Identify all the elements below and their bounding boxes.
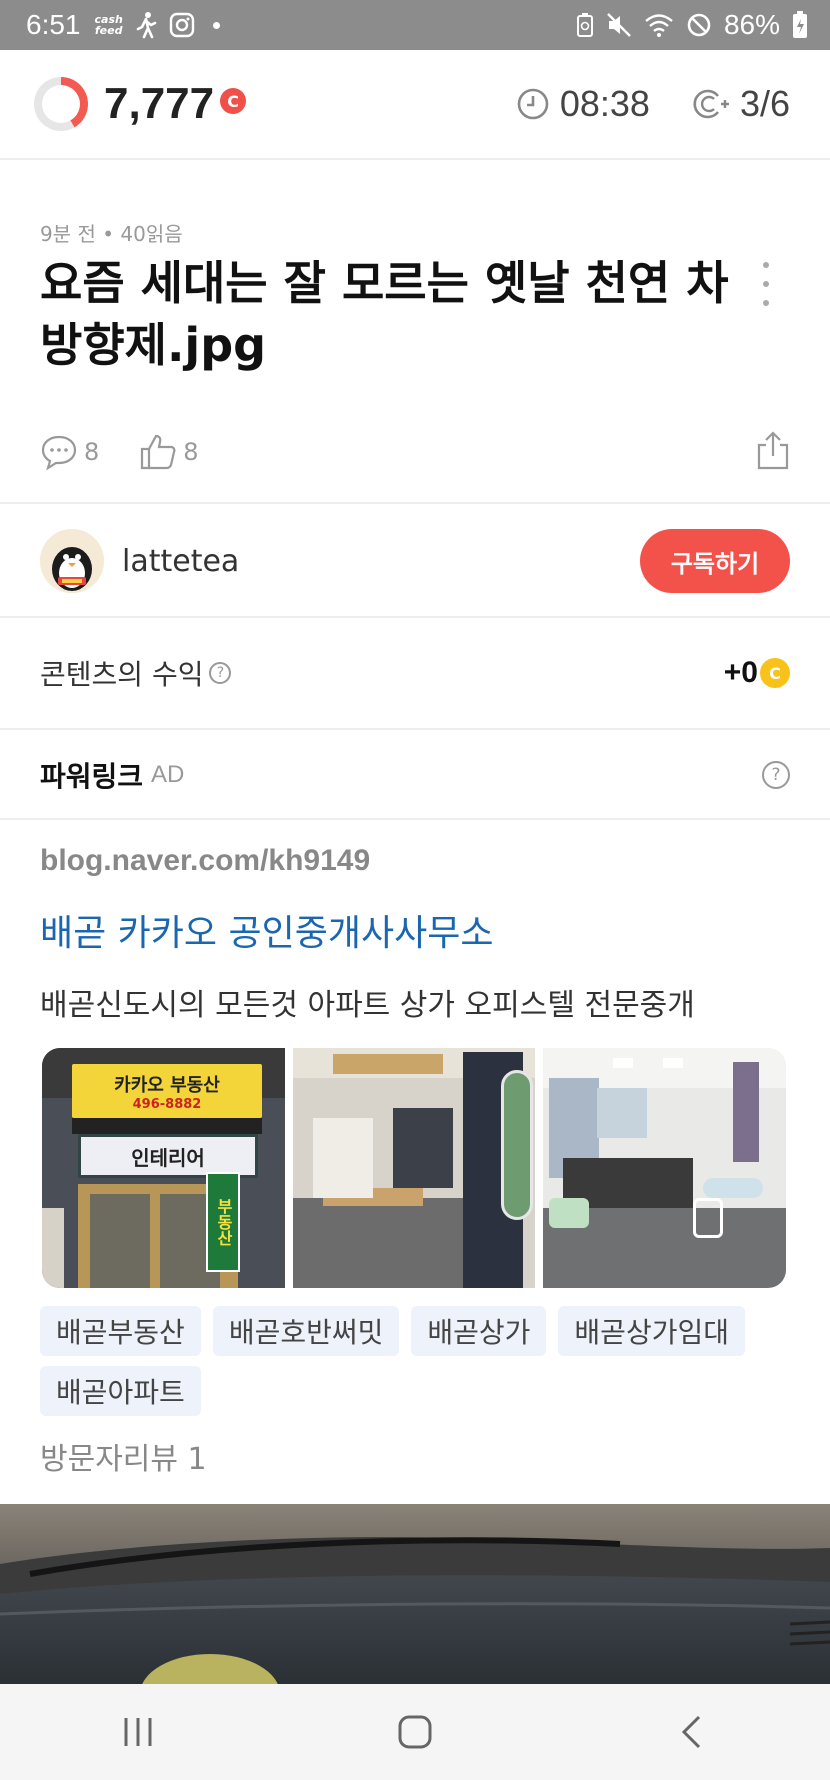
- battery-percent: 86%: [723, 9, 780, 40]
- divider: [0, 728, 830, 730]
- timer-value: 08:38: [559, 83, 650, 124]
- ad-image-office-desks[interactable]: [543, 1048, 786, 1288]
- more-options-icon[interactable]: [756, 262, 776, 306]
- share-icon: [757, 431, 789, 470]
- ad-url[interactable]: blog.naver.com/kh9149: [40, 844, 370, 878]
- thumbs-up-icon: [141, 434, 176, 470]
- wifi-icon: [645, 14, 673, 37]
- recent-apps-button[interactable]: [78, 1692, 198, 1772]
- coin-icon: C: [760, 658, 790, 688]
- comment-icon: [41, 435, 77, 471]
- status-right-icons: 86%: [576, 9, 808, 41]
- battery-icon: [793, 11, 807, 38]
- back-icon: [681, 1715, 700, 1749]
- ad-tag[interactable]: 배곧아파트: [40, 1366, 201, 1416]
- author-name[interactable]: lattetea: [122, 544, 239, 579]
- article-actions: 8 8: [40, 424, 790, 480]
- revenue-label: 콘텐츠의 수익: [40, 658, 204, 691]
- clock-icon: [517, 88, 549, 120]
- ad-title-link[interactable]: 배곧 카카오 공인중개사사무소: [40, 904, 493, 956]
- dashboard-photo: [0, 1504, 830, 1684]
- home-button[interactable]: [355, 1692, 475, 1772]
- ad-image-office-interior[interactable]: [292, 1048, 536, 1288]
- divider: [0, 502, 830, 504]
- help-icon[interactable]: ?: [209, 662, 232, 684]
- ad-tag[interactable]: 배곧호반써밋: [212, 1306, 400, 1356]
- mute-icon: [607, 13, 631, 37]
- home-icon: [398, 1715, 432, 1749]
- article-meta: 9분 전 • 40읽음: [40, 222, 183, 246]
- ad-tag[interactable]: 배곧상가임대: [558, 1306, 745, 1356]
- ad-image-storefront[interactable]: 카카오 부동산 496-8882 인테리어 부동산: [42, 1048, 285, 1288]
- ad-image-gallery[interactable]: 카카오 부동산 496-8882 인테리어 부동산: [42, 1048, 786, 1288]
- like-button[interactable]: 8: [139, 433, 199, 471]
- progress-value: 3/6: [739, 83, 790, 124]
- ad-tags: 배곧부동산 배곧호반써밋 배곧상가 배곧상가임대 배곧아파트: [40, 1306, 800, 1416]
- notification-dot-icon: [212, 21, 220, 29]
- article-image: [0, 1504, 830, 1684]
- coin-icon: C: [220, 88, 247, 114]
- revenue-value: +0: [723, 656, 758, 689]
- coin-plus-icon: [693, 89, 729, 119]
- ad-help-icon[interactable]: ?: [762, 761, 790, 789]
- instagram-icon: [169, 12, 195, 38]
- sign-phone: 496-8882: [132, 1096, 202, 1112]
- divider: [0, 616, 830, 618]
- sign-interior: 인테리어: [131, 1145, 205, 1170]
- points-value: 7,777: [104, 79, 215, 128]
- avatar[interactable]: [40, 529, 104, 593]
- author-row: lattetea 구독하기: [40, 524, 790, 598]
- sign-kakao: 카카오 부동산: [114, 1074, 220, 1096]
- comment-button[interactable]: 8: [40, 433, 99, 471]
- share-button[interactable]: [756, 430, 790, 474]
- divider: [0, 818, 830, 820]
- ad-label: AD: [151, 761, 185, 788]
- top-bar: 7,777 C 08:38 3/6: [0, 50, 830, 160]
- topbar-right: 08:38 3/6: [516, 83, 790, 125]
- android-nav-bar: [0, 1684, 830, 1780]
- recent-apps-icon: [124, 1718, 152, 1746]
- ad-description: 배곧신도시의 모든것 아파트 상가 오피스텔 전문중개: [40, 988, 695, 1023]
- visitor-review-link[interactable]: 방문자리뷰 1: [40, 1434, 207, 1478]
- comment-count: 8: [84, 438, 100, 466]
- do-not-disturb-icon: [687, 13, 711, 37]
- timer: 08:38: [516, 83, 650, 125]
- article-title: 요즘 세대는 잘 모르는 옛날 천연 차 방향제.jpg: [40, 256, 729, 372]
- ad-tag[interactable]: 배곧상가: [411, 1306, 547, 1356]
- revenue-row: 콘텐츠의 수익 ? +0 C: [40, 648, 790, 698]
- walking-icon: [136, 12, 157, 39]
- subscribe-button[interactable]: 구독하기: [640, 529, 790, 593]
- reading-progress-ring-icon: [34, 77, 88, 131]
- cashfeed-icon: cash feed: [94, 13, 123, 37]
- penguin-avatar-icon: [40, 529, 104, 593]
- powerlink-title: 파워링크: [40, 760, 144, 793]
- powerlink-header: 파워링크 AD ?: [40, 752, 790, 798]
- sign-realestate: 부동산: [214, 1198, 233, 1246]
- status-left-icons: cash feed: [95, 11, 220, 39]
- coin-progress: 3/6: [692, 83, 790, 125]
- back-button[interactable]: [632, 1692, 752, 1772]
- like-count: 8: [183, 438, 199, 466]
- recycle-battery-icon: [576, 13, 593, 37]
- status-time: 6:51: [26, 9, 81, 40]
- ad-tag[interactable]: 배곧부동산: [40, 1306, 201, 1356]
- status-bar: 6:51 cash feed 86%: [0, 0, 830, 50]
